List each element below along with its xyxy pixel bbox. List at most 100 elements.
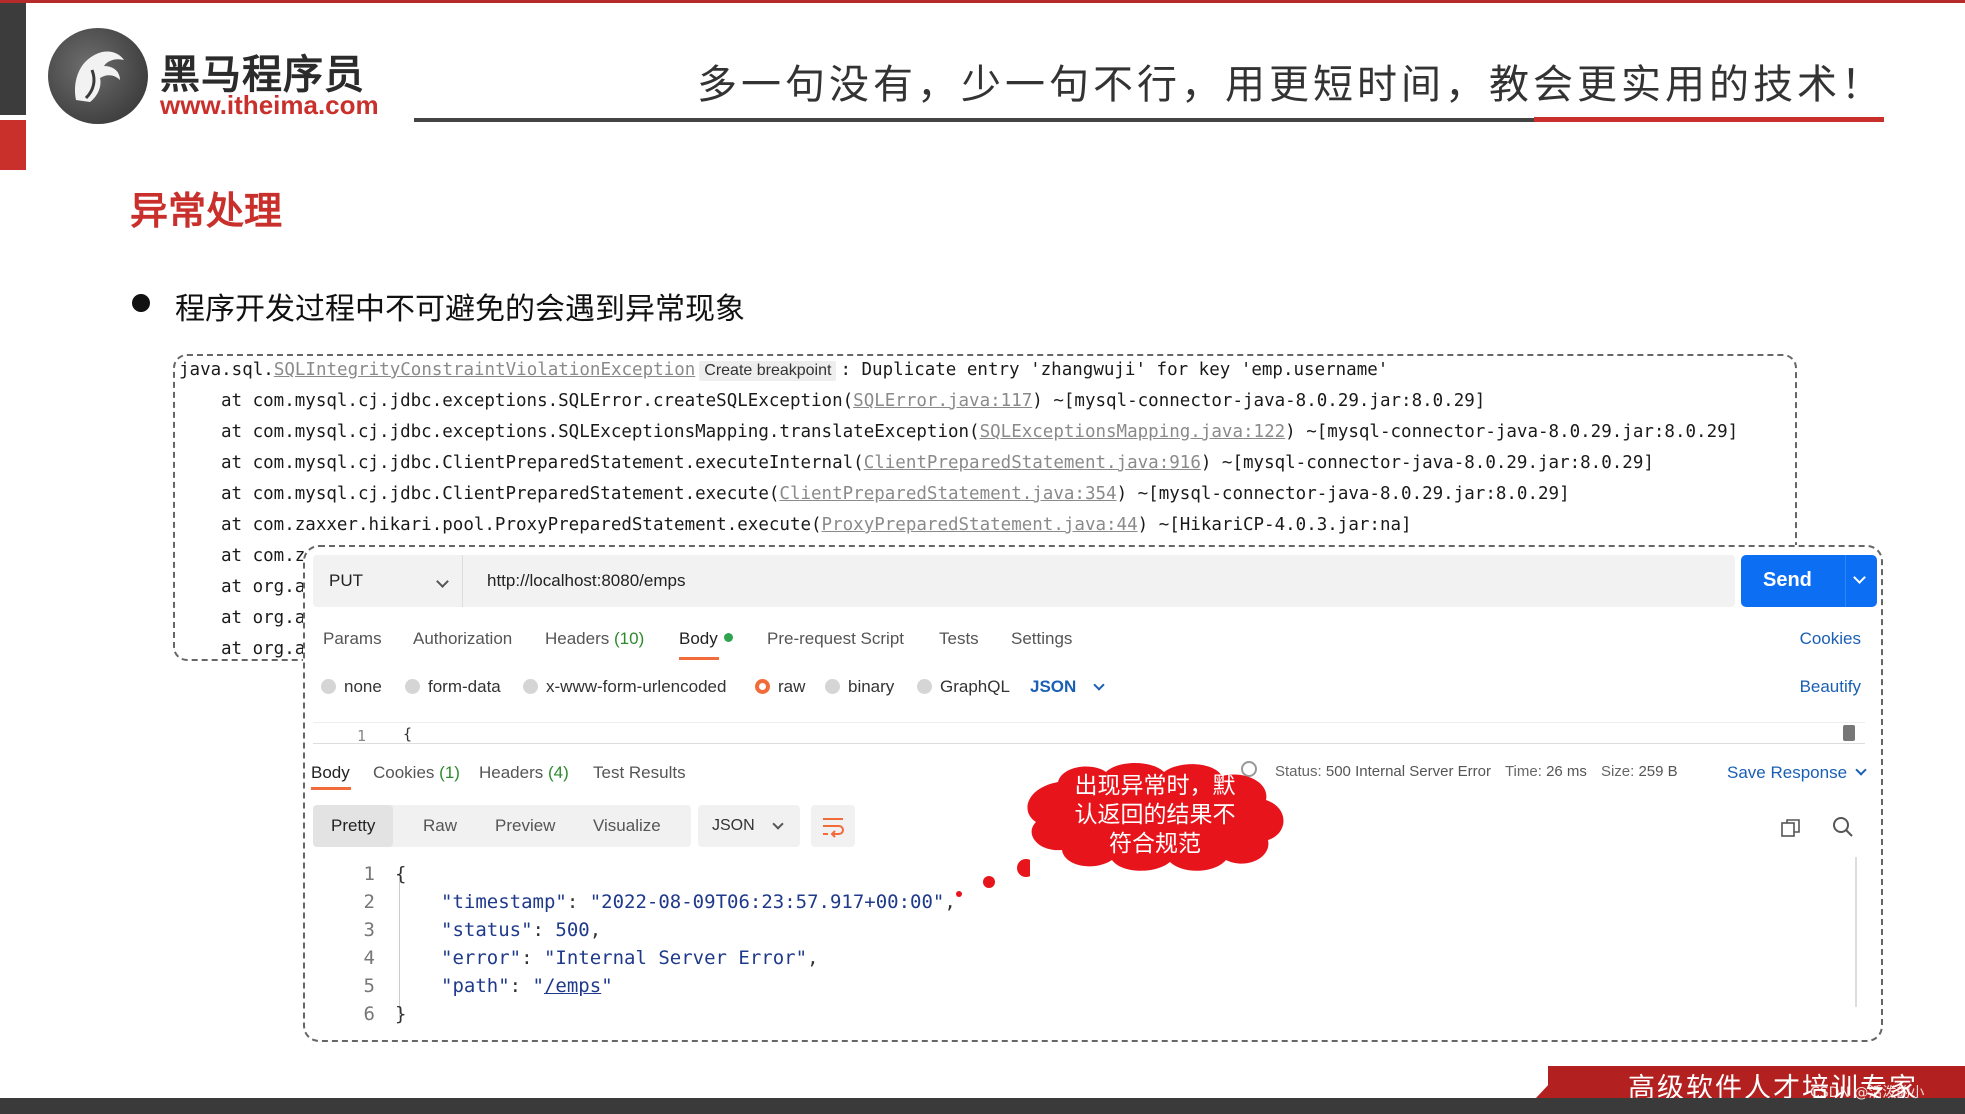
top-accent-line: [0, 0, 1965, 3]
trace-source-link[interactable]: ClientPreparedStatement.java:354: [779, 484, 1116, 504]
radio-none[interactable]: none: [321, 677, 382, 697]
trace-source-link[interactable]: ClientPreparedStatement.java:916: [864, 453, 1201, 473]
trace-jar: ) ~[mysql-connector-java-8.0.29.jar:8.0.…: [1032, 391, 1486, 411]
radio-circle-icon: [321, 679, 336, 694]
csdn-watermark: CSDN @活泼的小: [1810, 1085, 1925, 1101]
radio-raw[interactable]: raw: [755, 677, 805, 697]
trace-jar: ) ~[mysql-connector-java-8.0.29.jar:8.0.…: [1200, 453, 1654, 473]
method-select[interactable]: PUT: [313, 555, 463, 607]
active-tab-underline: [679, 657, 719, 660]
trace-line-exception: java.sql.SQLIntegrityConstraintViolation…: [179, 360, 1388, 381]
line-number: 5: [363, 975, 375, 997]
trace-source-link[interactable]: SQLError.java:117: [853, 391, 1032, 411]
body-format-select[interactable]: JSON: [1030, 677, 1076, 697]
send-label: Send: [1763, 569, 1812, 591]
tab-tests[interactable]: Tests: [939, 629, 979, 649]
chevron-down-icon[interactable]: [1855, 764, 1867, 776]
trace-line: at org.a: [221, 608, 306, 628]
chevron-down-icon: [436, 575, 449, 588]
view-visualize[interactable]: Visualize: [575, 805, 679, 847]
send-button[interactable]: Send: [1741, 555, 1877, 607]
response-tab-cookies-label: Cookies: [373, 763, 435, 782]
line-number: 3: [363, 919, 375, 941]
trace-message: : Duplicate entry 'zhangwuji' for key 'e…: [840, 360, 1389, 380]
tab-headers[interactable]: Headers (10): [545, 629, 644, 649]
trace-line: at com.z: [221, 546, 306, 566]
page-title: 异常处理: [130, 189, 283, 233]
trace-frame: at com.zaxxer.hikari.pool.ProxyPreparedS…: [221, 515, 822, 535]
trace-line: at com.mysql.cj.jdbc.ClientPreparedState…: [221, 453, 1654, 473]
status-value[interactable]: 500 Internal Server Error: [1326, 763, 1491, 780]
beautify-link[interactable]: Beautify: [1800, 677, 1861, 697]
left-accent-dark: [0, 3, 26, 115]
json-value: "Internal Server Error": [543, 947, 808, 969]
size-value[interactable]: 259 B: [1638, 763, 1677, 780]
response-format-select[interactable]: JSON: [698, 805, 800, 847]
slogan: 多一句没有，少一句不行，用更短时间，教会更实用的技术！: [697, 62, 1885, 108]
tab-headers-label: Headers: [545, 629, 610, 648]
indent-guide: [399, 877, 400, 1017]
time-value[interactable]: 26 ms: [1546, 763, 1587, 780]
view-pretty[interactable]: Pretty: [313, 805, 394, 847]
left-accent-red: [0, 120, 26, 170]
tab-headers-count: (10): [614, 629, 645, 648]
cookies-link[interactable]: Cookies: [1800, 629, 1861, 649]
create-breakpoint-tooltip[interactable]: Create breakpoint: [699, 361, 837, 381]
request-body-editor[interactable]: 1 {: [313, 722, 1865, 745]
trace-frame: at com.mysql.cj.jdbc.ClientPreparedState…: [221, 453, 864, 473]
json-open-brace: {: [395, 863, 407, 885]
copy-icon[interactable]: [1780, 817, 1802, 839]
trace-line: at com.zaxxer.hikari.pool.ProxyPreparedS…: [221, 515, 1412, 535]
chevron-down-icon[interactable]: [1093, 679, 1105, 691]
view-raw[interactable]: Raw: [405, 805, 475, 847]
json-key: "error": [441, 947, 522, 969]
radio-label: x-www-form-urlencoded: [546, 677, 727, 696]
trace-line: at com.mysql.cj.jdbc.exceptions.SQLError…: [221, 391, 1485, 411]
save-response-button[interactable]: Save Response: [1727, 763, 1847, 783]
radio-graphql[interactable]: GraphQL: [917, 677, 1010, 697]
radio-form-data[interactable]: form-data: [405, 677, 501, 697]
trace-source-link[interactable]: ProxyPreparedStatement.java:44: [822, 515, 1138, 535]
search-icon[interactable]: [1831, 815, 1855, 839]
tab-params[interactable]: Params: [323, 629, 382, 649]
tab-settings[interactable]: Settings: [1011, 629, 1072, 649]
radio-binary[interactable]: binary: [825, 677, 894, 697]
tab-body[interactable]: Body: [679, 629, 733, 649]
response-tab-test-results[interactable]: Test Results: [593, 763, 686, 783]
trace-jar: ) ~[HikariCP-4.0.3.jar:na]: [1137, 515, 1412, 535]
radio-circle-icon: [523, 679, 538, 694]
line-number: 2: [363, 891, 375, 913]
view-preview[interactable]: Preview: [477, 805, 573, 847]
radio-label: form-data: [428, 677, 501, 696]
editor-text: {: [403, 725, 413, 743]
horse-logo-icon: [75, 51, 124, 102]
json-close-brace: }: [395, 1003, 407, 1025]
chevron-down-icon[interactable]: [1853, 571, 1866, 584]
size-label: Size:: [1600, 763, 1635, 780]
response-scrollbar[interactable]: [1855, 857, 1857, 1007]
response-tab-headers[interactable]: Headers (4): [479, 763, 569, 783]
response-tab-body[interactable]: Body: [311, 763, 350, 783]
json-line-timestamp: "timestamp": "2022-08-09T06:23:57.917+00…: [441, 891, 956, 913]
response-tab-cookies[interactable]: Cookies (1): [373, 763, 460, 783]
url-input[interactable]: http://localhost:8080/emps: [487, 571, 685, 591]
trace-jar: ) ~[mysql-connector-java-8.0.29.jar:8.0.…: [1116, 484, 1570, 504]
trace-frame: at com.mysql.cj.jdbc.exceptions.SQLError…: [221, 391, 854, 411]
trace-exception-link[interactable]: SQLIntegrityConstraintViolationException: [274, 360, 695, 380]
radio-label: GraphQL: [940, 677, 1010, 696]
callout-text: 出现异常时，默 认返回的结果不 符合规范: [1040, 772, 1270, 859]
radio-label: binary: [848, 677, 895, 696]
callout-line: 符合规范: [1109, 831, 1201, 857]
line-number: 1: [357, 727, 367, 745]
json-path-link[interactable]: /emps: [544, 975, 601, 997]
trace-source-link[interactable]: SQLExceptionsMapping.java:122: [980, 422, 1286, 442]
radio-urlencoded[interactable]: x-www-form-urlencoded: [523, 677, 726, 697]
json-value: 500: [555, 919, 590, 941]
tab-prerequest-script[interactable]: Pre-request Script: [767, 629, 904, 649]
tab-authorization[interactable]: Authorization: [413, 629, 512, 649]
wrap-lines-button[interactable]: [811, 805, 855, 847]
editor-resize-handle[interactable]: [1843, 725, 1855, 741]
line-number: 4: [363, 947, 375, 969]
header-rule: [414, 118, 1534, 122]
trace-jar: ) ~[mysql-connector-java-8.0.29.jar:8.0.…: [1285, 422, 1739, 442]
